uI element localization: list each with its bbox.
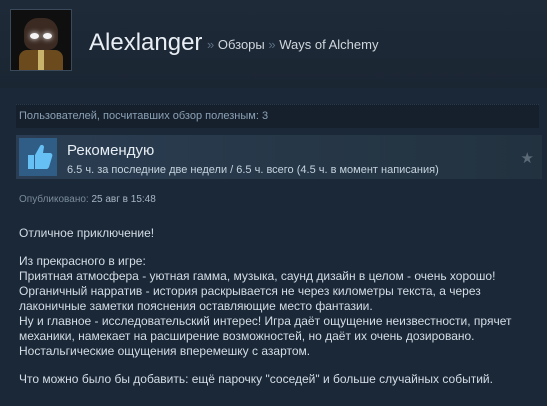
- recommendation-box: Рекомендую 6.5 ч. за последние две недел…: [16, 135, 542, 179]
- avatar-tie: [38, 50, 44, 70]
- star-icon[interactable]: ★: [521, 149, 534, 167]
- breadcrumb-separator: »: [268, 37, 276, 52]
- review-line: Приятная атмосфера - уютная гамма, музык…: [19, 269, 496, 283]
- playtime-hours: 6.5 ч. за последние две недели / 6.5 ч. …: [67, 164, 439, 176]
- avatar-head: [24, 18, 58, 50]
- review-line: Ностальгические ощущения вперемешку с аз…: [19, 344, 311, 358]
- review-text: Отличное приключение! Из прекрасного в и…: [19, 226, 535, 387]
- review-line: Что можно было бы добавить: ещё парочку …: [19, 372, 493, 386]
- avatar-eye-right: [43, 33, 52, 39]
- breadcrumb-game-link[interactable]: Ways of Alchemy: [279, 37, 378, 52]
- review-line: Из прекрасного в игре:: [19, 254, 146, 268]
- avatar[interactable]: [10, 9, 72, 71]
- breadcrumb: » Обзоры » Ways of Alchemy: [207, 37, 378, 52]
- avatar-eye-left: [30, 33, 39, 39]
- posted-date-value: 25 авг в 15:48: [91, 194, 156, 205]
- thumbs-up-icon: [19, 138, 57, 176]
- helpful-count: Пользователей, посчитавших обзор полезны…: [16, 104, 539, 128]
- username-link[interactable]: Alexlanger: [89, 29, 202, 57]
- posted-label: Опубликовано:: [19, 194, 89, 205]
- review-line: Ну и главное - исследовательский интерес…: [19, 314, 512, 343]
- profile-header: Alexlanger » Обзоры » Ways of Alchemy: [0, 0, 547, 88]
- posted-date: Опубликовано: 25 авг в 15:48: [19, 194, 156, 205]
- review-line: Органичный нарратив - история раскрывает…: [19, 284, 481, 313]
- review-line: Отличное приключение!: [19, 226, 155, 240]
- breadcrumb-reviews-link[interactable]: Обзоры: [218, 37, 265, 52]
- breadcrumb-separator: »: [207, 37, 215, 52]
- recommendation-title: Рекомендую: [67, 142, 155, 159]
